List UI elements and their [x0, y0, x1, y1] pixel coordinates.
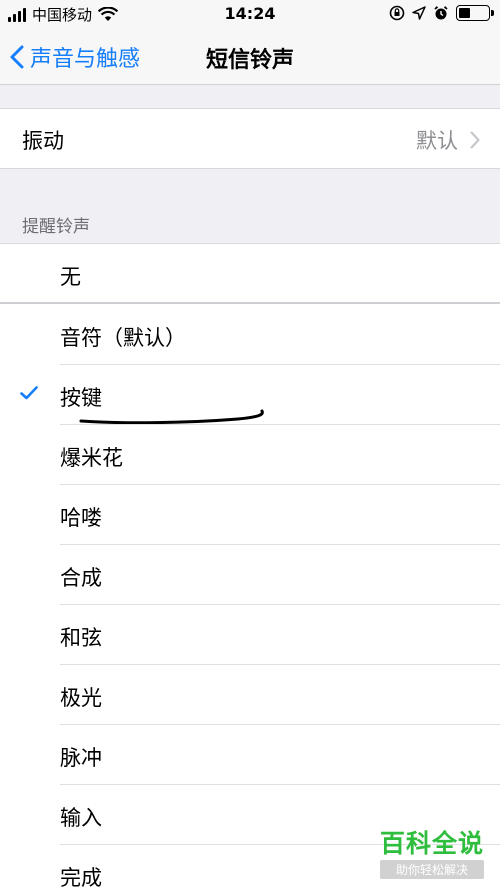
tone-label: 爆米花	[60, 446, 123, 470]
battery-icon	[456, 5, 494, 21]
tone-row-aurora[interactable]: 极光	[0, 665, 500, 725]
location-icon	[412, 6, 426, 20]
tone-row-none[interactable]: 无	[0, 244, 500, 304]
watermark-subtitle: 助你轻松解决	[379, 860, 484, 879]
page-title: 短信铃声	[205, 48, 294, 73]
section-header-alert-tones: 提醒铃声	[22, 217, 90, 237]
navigation-bar: 声音与触感 短信铃声	[0, 28, 500, 85]
tone-label: 输入	[60, 806, 102, 830]
vibration-value: 默认	[416, 129, 458, 153]
vibration-value-group: 默认	[416, 125, 480, 155]
tone-label: 无	[60, 265, 81, 289]
rotation-lock-icon	[389, 5, 405, 21]
tone-label: 音符（默认）	[60, 326, 186, 350]
alarm-icon	[434, 6, 448, 20]
tone-label: 合成	[60, 566, 102, 590]
status-bar: 中国移动 14:24	[0, 0, 500, 28]
watermark-title: 百科全说	[379, 829, 484, 858]
tone-label: 和弦	[60, 626, 102, 650]
status-right	[389, 5, 494, 21]
tone-row-note[interactable]: 音符（默认）	[0, 305, 500, 365]
tone-row-pulse[interactable]: 脉冲	[0, 725, 500, 785]
checkmark-icon	[20, 386, 38, 400]
chevron-right-icon	[470, 131, 480, 149]
vibration-row[interactable]: 振动 默认	[0, 108, 500, 169]
tone-row-keys[interactable]: 按键	[0, 365, 500, 425]
tone-row-hello[interactable]: 哈喽	[0, 485, 500, 545]
divider	[0, 302, 500, 304]
tone-label: 完成	[60, 866, 102, 889]
alert-tone-list: 无 音符（默认） 按键 爆米花 哈喽 合成 和弦 极光 脉冲 输入 完成	[0, 243, 500, 889]
vibration-label: 振动	[22, 129, 64, 153]
tone-label: 极光	[60, 686, 102, 710]
tone-label: 哈喽	[60, 506, 102, 530]
tone-row-chord[interactable]: 和弦	[0, 605, 500, 665]
tone-row-popcorn[interactable]: 爆米花	[0, 425, 500, 485]
tone-label: 脉冲	[60, 746, 102, 770]
watermark-logo: 百科全说 助你轻松解决	[379, 824, 484, 879]
tone-row-synth[interactable]: 合成	[0, 545, 500, 605]
